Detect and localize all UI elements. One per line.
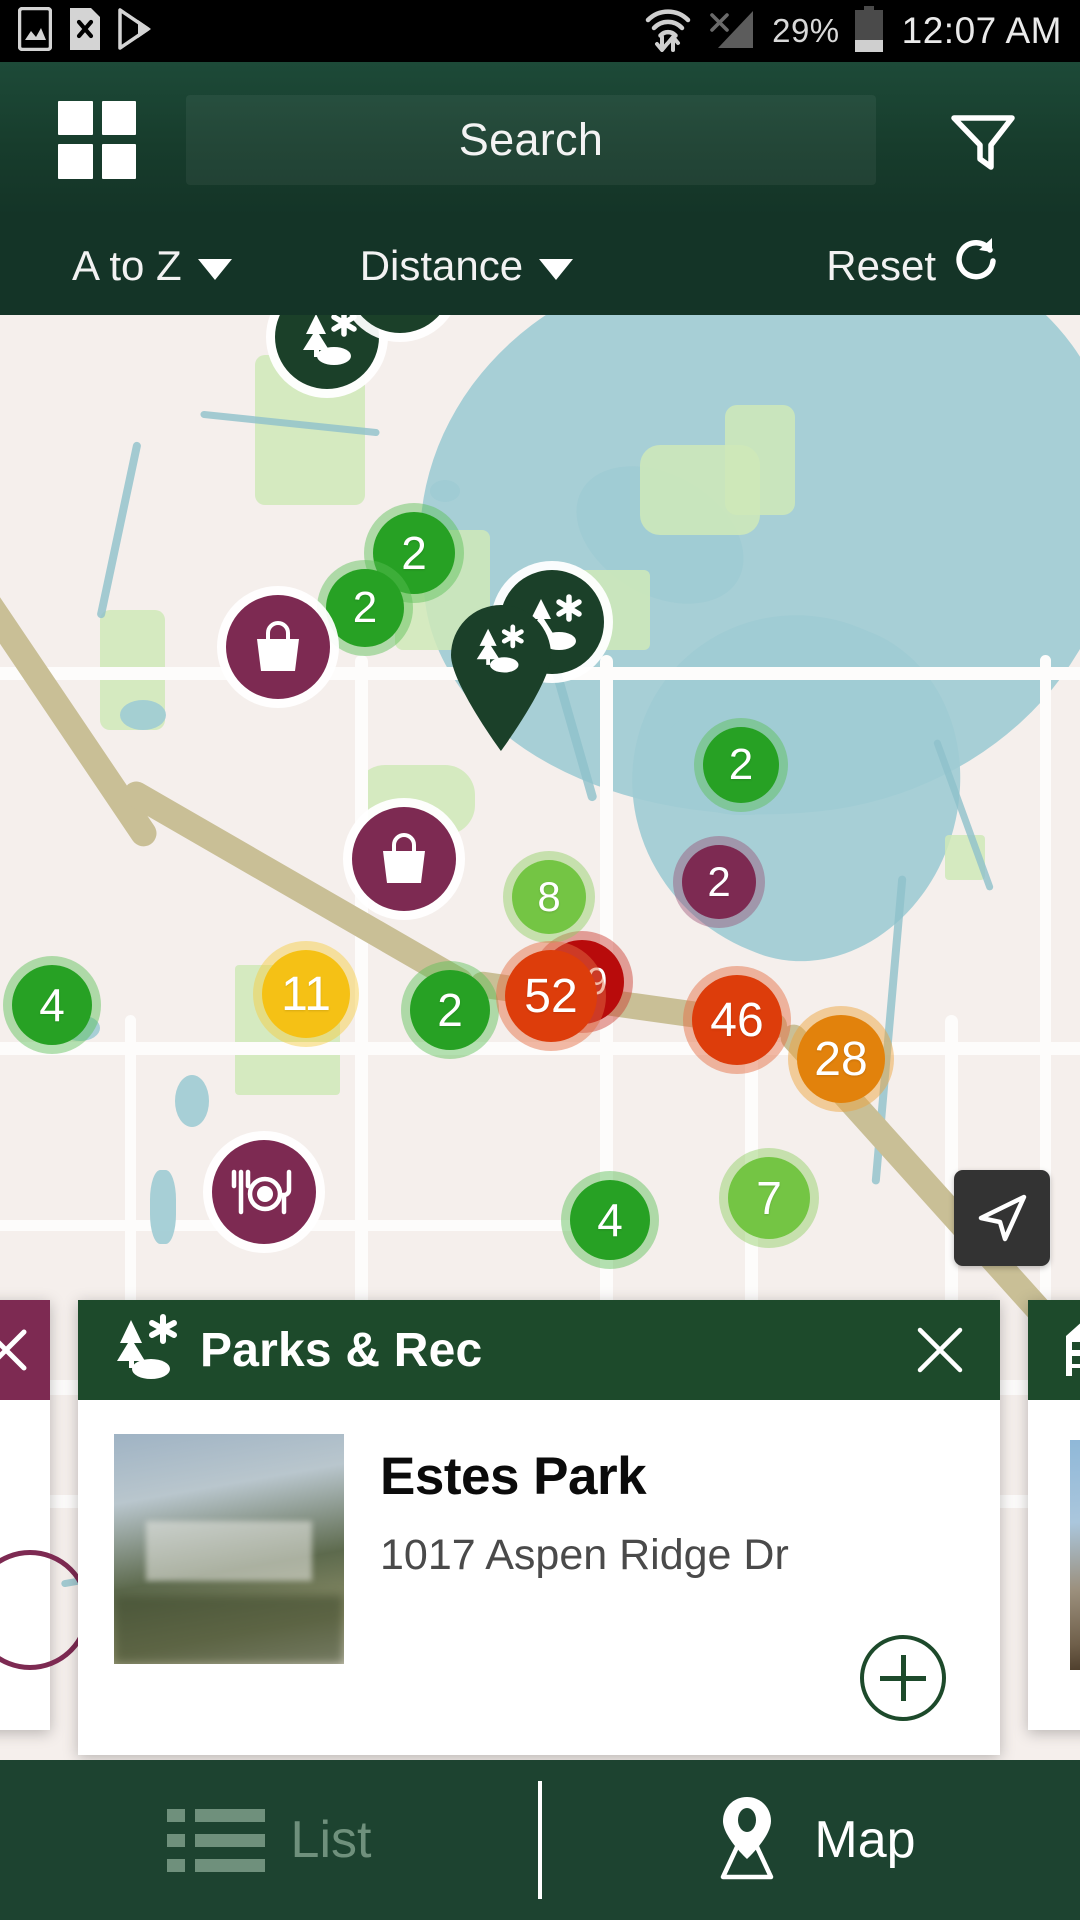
map-cluster-marker[interactable]: 2 bbox=[410, 970, 490, 1050]
map-cluster-marker[interactable]: 2 bbox=[703, 727, 779, 803]
chevron-down-icon bbox=[197, 258, 232, 280]
card-header bbox=[1028, 1300, 1080, 1400]
park-tree-icon bbox=[108, 1313, 180, 1387]
battery-icon bbox=[854, 5, 884, 57]
app-header: Search bbox=[0, 62, 1080, 217]
map-cluster-marker[interactable]: 28 bbox=[797, 1015, 885, 1103]
card-header: Parks & Rec bbox=[78, 1300, 1000, 1400]
bottom-navigation: List Map bbox=[0, 1760, 1080, 1920]
map-road bbox=[0, 1042, 1080, 1055]
map-marker-shopping[interactable] bbox=[352, 807, 456, 911]
grid-cell bbox=[58, 144, 93, 179]
filter-icon[interactable] bbox=[938, 95, 1028, 185]
park-tree-icon bbox=[303, 315, 357, 365]
tab-map-label: Map bbox=[814, 1811, 916, 1869]
map-marker-selected-park[interactable] bbox=[445, 603, 557, 751]
grid-cell bbox=[58, 100, 93, 135]
clock-label: 12:07 AM bbox=[901, 10, 1062, 51]
close-icon[interactable] bbox=[0, 1320, 34, 1380]
search-input[interactable]: Search bbox=[186, 94, 876, 185]
sort-distance-label: Distance bbox=[359, 242, 524, 289]
reset-label: Reset bbox=[826, 242, 936, 289]
shopping-bag-icon bbox=[257, 621, 299, 671]
map-pond bbox=[430, 480, 460, 502]
place-name-label: Estes Park bbox=[380, 1447, 647, 1506]
place-card-active[interactable]: Parks & Rec Estes Park 1017 Aspen Ridge … bbox=[78, 1300, 1000, 1755]
map-cluster-marker[interactable]: 7 bbox=[728, 1157, 810, 1239]
map-cluster-marker[interactable]: 2 bbox=[326, 569, 404, 647]
place-card-next[interactable] bbox=[1028, 1300, 1080, 1730]
map-cluster-marker[interactable]: 4 bbox=[12, 965, 92, 1045]
app-root: 29% 12:07 AM Search A to Z Distance Rese… bbox=[0, 0, 1080, 1920]
status-bar-left-icons bbox=[17, 6, 154, 56]
map-pin-icon bbox=[706, 1793, 788, 1888]
add-place-button[interactable] bbox=[860, 1635, 946, 1721]
sort-distance-dropdown[interactable]: Distance bbox=[359, 242, 574, 290]
sort-alphabetical-label: A to Z bbox=[72, 242, 182, 289]
status-bar-right-icons: 29% 12:07 AM bbox=[644, 5, 1062, 57]
map-park-area bbox=[725, 405, 795, 515]
map-cluster-marker[interactable]: 8 bbox=[512, 860, 586, 934]
place-thumbnail[interactable] bbox=[1070, 1440, 1080, 1670]
place-card-previous[interactable] bbox=[0, 1300, 90, 1730]
map-cluster-marker[interactable]: 11 bbox=[262, 950, 350, 1038]
status-bar: 29% 12:07 AM bbox=[0, 0, 1080, 62]
play-store-icon bbox=[118, 7, 154, 55]
place-thumbnail[interactable] bbox=[114, 1434, 344, 1664]
map-marker-shopping[interactable] bbox=[226, 595, 330, 699]
map-pond bbox=[120, 700, 166, 730]
building-icon bbox=[1046, 1314, 1080, 1387]
tab-map[interactable]: Map bbox=[542, 1760, 1080, 1920]
map-pond bbox=[175, 1075, 209, 1127]
battery-percent-label: 29% bbox=[772, 12, 840, 49]
search-placeholder-label: Search bbox=[458, 113, 604, 165]
map-cluster-marker[interactable]: 46 bbox=[692, 975, 782, 1065]
place-card-carousel[interactable]: Parks & Rec Estes Park 1017 Aspen Ridge … bbox=[0, 1300, 1080, 1760]
card-category-label: Parks & Rec bbox=[200, 1323, 483, 1377]
place-address-label: 1017 Aspen Ridge Dr bbox=[380, 1531, 789, 1579]
add-button-partial[interactable] bbox=[0, 1550, 90, 1670]
restaurant-icon bbox=[231, 1169, 292, 1215]
grid-menu-icon[interactable] bbox=[58, 100, 136, 179]
map-marker-restaurant[interactable] bbox=[212, 1140, 316, 1244]
reset-button[interactable]: Reset bbox=[826, 234, 1002, 298]
list-icon bbox=[166, 1808, 265, 1872]
map-creek bbox=[96, 441, 142, 619]
chevron-down-icon bbox=[539, 258, 574, 280]
tab-list[interactable]: List bbox=[0, 1760, 538, 1920]
shopping-bag-icon bbox=[383, 833, 425, 883]
cellular-no-service-icon bbox=[706, 6, 758, 57]
card-header bbox=[0, 1300, 50, 1400]
close-icon[interactable] bbox=[910, 1320, 970, 1380]
sort-alphabetical-dropdown[interactable]: A to Z bbox=[72, 242, 232, 290]
map-cluster-marker[interactable]: 2 bbox=[682, 845, 756, 919]
photo-icon bbox=[17, 6, 53, 56]
sim-card-error-icon bbox=[70, 7, 100, 55]
wifi-transfer-icon bbox=[644, 6, 692, 57]
locate-me-button[interactable] bbox=[954, 1170, 1050, 1266]
card-body: Estes Park 1017 Aspen Ridge Dr bbox=[78, 1400, 1000, 1755]
map-pond bbox=[150, 1170, 176, 1244]
refresh-icon bbox=[952, 234, 1002, 298]
map-cluster-marker[interactable]: 4 bbox=[570, 1180, 650, 1260]
tab-list-label: List bbox=[290, 1811, 372, 1869]
sort-filter-bar: A to Z Distance Reset bbox=[0, 217, 1080, 315]
grid-cell bbox=[101, 144, 136, 179]
map-cluster-marker[interactable]: 52 bbox=[505, 950, 597, 1042]
place-info: Estes Park 1017 Aspen Ridge Dr bbox=[380, 1434, 789, 1755]
grid-cell bbox=[101, 100, 136, 135]
navigate-arrow-icon bbox=[978, 1194, 1027, 1242]
